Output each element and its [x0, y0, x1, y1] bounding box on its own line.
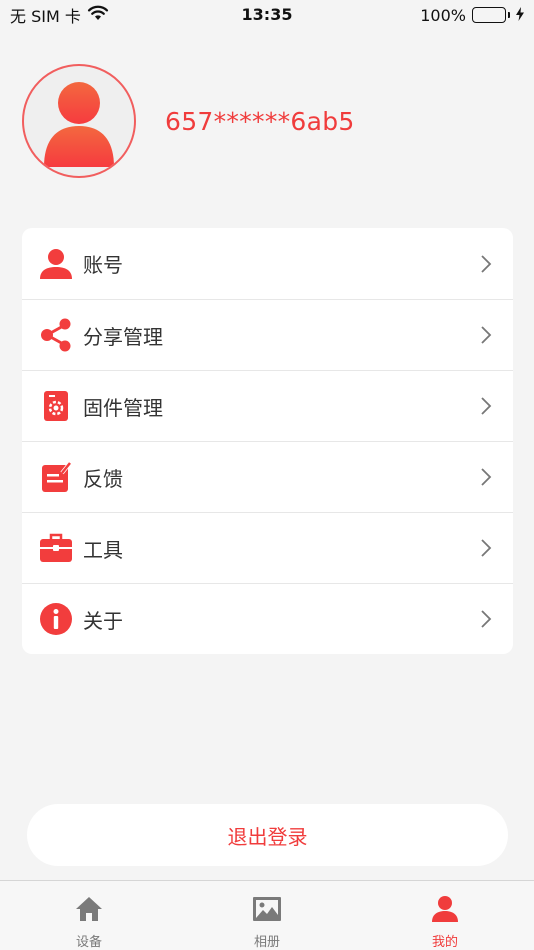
chevron-right-icon [481, 254, 492, 273]
tab-bar: 设备 相册 我的 [0, 880, 534, 950]
tab-label: 相册 [253, 935, 280, 950]
battery-icon [472, 7, 510, 23]
status-bar: 无 SIM 卡 13:35 100% [0, 0, 534, 30]
toolbox-icon [39, 531, 73, 565]
username: 657******6ab5 [165, 106, 355, 136]
menu-item-feedback[interactable]: 反馈 [22, 441, 513, 512]
menu-label: 反馈 [83, 466, 123, 491]
info-icon [39, 602, 73, 636]
share-icon [39, 318, 73, 352]
chevron-right-icon [481, 539, 492, 557]
tab-label: 设备 [75, 935, 102, 950]
home-icon [73, 893, 105, 925]
user-icon [39, 247, 73, 281]
charging-icon [516, 6, 524, 25]
feedback-icon [39, 460, 73, 494]
chevron-right-icon [481, 610, 492, 628]
wifi-icon [87, 5, 109, 25]
tab-devices[interactable]: 设备 [0, 881, 178, 950]
carrier-label: 无 SIM 卡 [10, 7, 81, 26]
status-right: 100% [420, 6, 524, 25]
menu-label: 关于 [83, 608, 123, 633]
settings-menu: 账号 分享管理 固件管理 反馈 工具 关于 [22, 228, 513, 654]
menu-item-share[interactable]: 分享管理 [22, 299, 513, 370]
chevron-right-icon [481, 468, 492, 486]
menu-label: 工具 [83, 537, 123, 562]
menu-item-tools[interactable]: 工具 [22, 512, 513, 583]
tab-me[interactable]: 我的 [356, 881, 534, 950]
logout-button[interactable]: 退出登录 [27, 804, 508, 866]
user-avatar-icon[interactable] [22, 64, 136, 178]
menu-label: 账号 [83, 253, 123, 277]
menu-item-account[interactable]: 账号 [22, 228, 513, 299]
status-left: 无 SIM 卡 [10, 3, 109, 27]
chevron-right-icon [481, 326, 492, 344]
menu-item-firmware[interactable]: 固件管理 [22, 370, 513, 441]
profile-header[interactable]: 657******6ab5 [22, 64, 355, 178]
firmware-icon [39, 389, 73, 423]
tab-label: 我的 [431, 935, 458, 950]
menu-item-about[interactable]: 关于 [22, 583, 513, 654]
photo-icon [251, 893, 283, 925]
tab-album[interactable]: 相册 [178, 881, 356, 950]
battery-percent: 100% [420, 5, 466, 25]
chevron-right-icon [481, 397, 492, 415]
user-icon [429, 893, 461, 925]
menu-label: 固件管理 [83, 395, 163, 420]
menu-label: 分享管理 [83, 324, 163, 349]
